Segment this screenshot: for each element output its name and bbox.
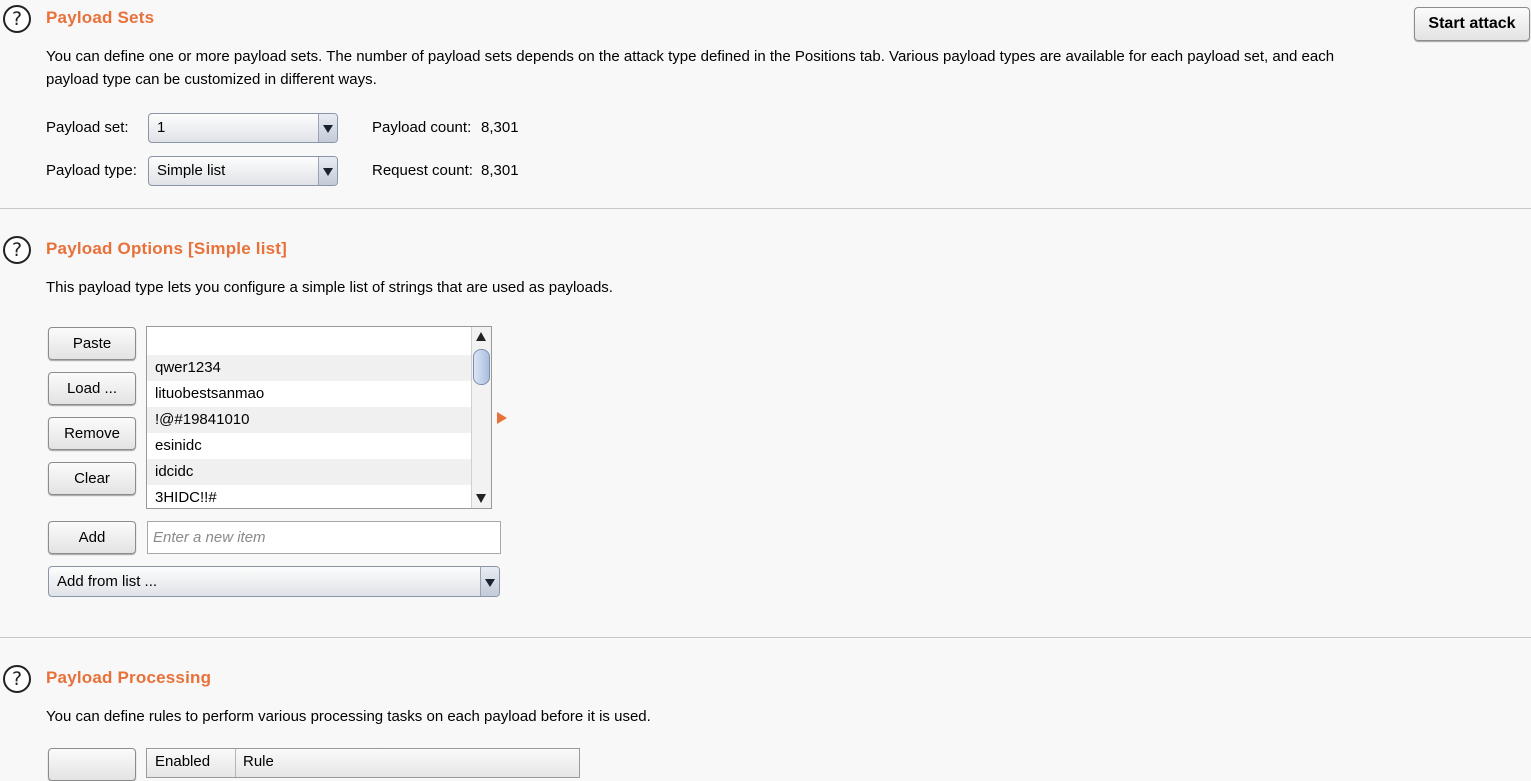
help-icon[interactable]: ?: [3, 665, 31, 693]
load-button[interactable]: Load ...: [48, 372, 136, 405]
column-header-enabled[interactable]: Enabled: [155, 753, 210, 770]
chevron-down-icon: [318, 157, 337, 185]
payload-sets-title: Payload Sets: [46, 8, 155, 27]
list-item[interactable]: [147, 329, 471, 355]
column-header-rule[interactable]: Rule: [243, 753, 274, 770]
chevron-down-icon: [318, 114, 337, 142]
payload-set-value: 1: [157, 119, 166, 136]
expand-arrow-icon[interactable]: [497, 412, 507, 424]
payload-options-description: This payload type lets you configure a s…: [46, 279, 613, 296]
payload-processing-title: Payload Processing: [46, 668, 212, 687]
payload-count-label: Payload count:: [372, 119, 472, 136]
payload-type-select[interactable]: Simple list: [148, 156, 338, 186]
list-item[interactable]: !@#19841010: [147, 407, 471, 433]
payload-list[interactable]: qwer1234 lituobestsanmao !@#19841010 esi…: [146, 326, 492, 509]
scrollbar-thumb[interactable]: [473, 349, 490, 385]
payload-set-label: Payload set:: [46, 119, 129, 136]
add-button[interactable]: Add: [48, 521, 136, 554]
payload-count-value: 8,301: [481, 119, 519, 136]
list-item[interactable]: lituobestsanmao: [147, 381, 471, 407]
payload-options-title: Payload Options [Simple list]: [46, 239, 288, 258]
section-divider: [0, 637, 1531, 638]
list-item[interactable]: qwer1234: [147, 355, 471, 381]
add-rule-button[interactable]: [48, 748, 136, 781]
chevron-down-icon: [480, 567, 499, 596]
payload-type-value: Simple list: [157, 162, 226, 179]
paste-button[interactable]: Paste: [48, 327, 136, 360]
help-icon[interactable]: ?: [3, 236, 31, 264]
remove-button[interactable]: Remove: [48, 417, 136, 450]
clear-button[interactable]: Clear: [48, 462, 136, 495]
list-item[interactable]: esinidc: [147, 433, 471, 459]
start-attack-button[interactable]: Start attack: [1414, 7, 1530, 41]
request-count-label: Request count:: [372, 162, 473, 179]
scroll-down-icon[interactable]: [476, 494, 486, 503]
request-count-value: 8,301: [481, 162, 519, 179]
column-separator: [235, 749, 236, 777]
payload-sets-description-line1: You can define one or more payload sets.…: [46, 48, 1335, 65]
add-from-list-value: Add from list ...: [57, 573, 158, 590]
section-divider: [0, 208, 1531, 209]
payload-set-select[interactable]: 1: [148, 113, 338, 143]
help-icon[interactable]: ?: [3, 5, 31, 33]
payload-type-label: Payload type:: [46, 162, 137, 179]
payload-sets-description-line2: payload type can be customized in differ…: [46, 71, 377, 88]
new-item-input[interactable]: [147, 521, 501, 554]
list-item[interactable]: idcidc: [147, 459, 471, 485]
list-item[interactable]: 3HIDC!!#: [147, 485, 471, 508]
processing-rules-table[interactable]: Enabled Rule: [146, 748, 580, 778]
list-scrollbar[interactable]: [471, 327, 491, 508]
payload-processing-description: You can define rules to perform various …: [46, 708, 651, 725]
scroll-up-icon[interactable]: [476, 332, 486, 341]
add-from-list-select[interactable]: Add from list ...: [48, 566, 500, 597]
